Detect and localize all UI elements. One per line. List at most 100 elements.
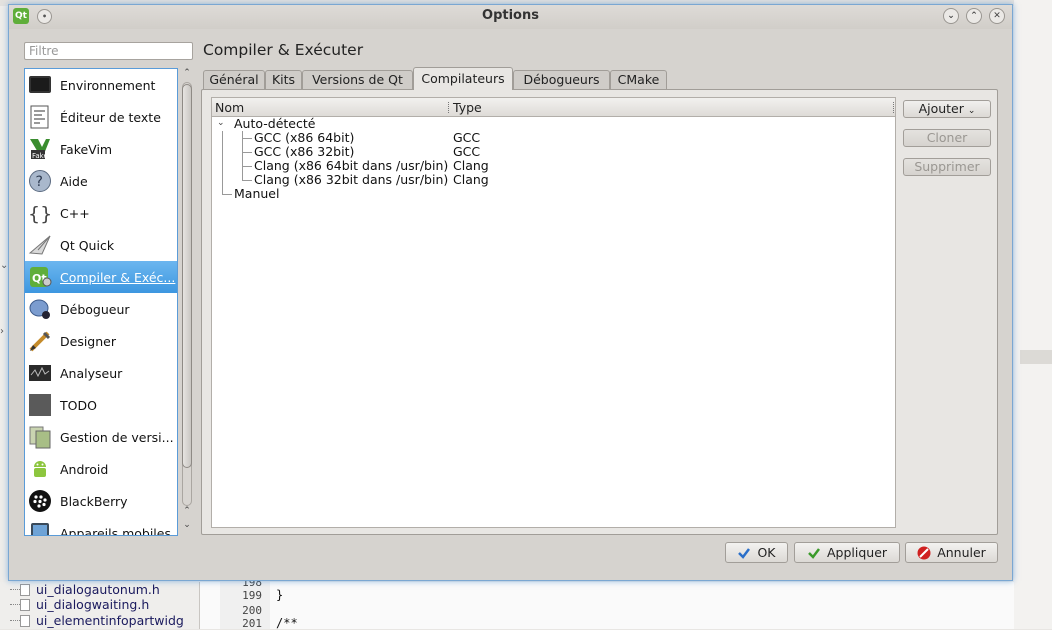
tab-debuggers[interactable]: Débogueurs: [513, 70, 610, 89]
code-line: }: [276, 588, 284, 602]
tab-compilers[interactable]: Compilateurs: [413, 67, 513, 90]
tree-group-manual[interactable]: Manuel: [234, 187, 279, 201]
tree-branch-line: [242, 180, 252, 181]
scroll-up-icon[interactable]: ⌃: [180, 506, 194, 520]
page-title: Compiler & Exécuter: [203, 41, 364, 59]
compiler-name[interactable]: GCC (x86 32bit): [254, 145, 354, 159]
version-control-icon: [28, 425, 52, 449]
help-icon: ?: [28, 169, 52, 193]
background-project-tree: ui_dialogautonum.h ui_dialogwaiting.h ui…: [0, 582, 200, 629]
tab-kits[interactable]: Kits: [265, 70, 302, 89]
remove-button[interactable]: Supprimer: [903, 158, 991, 176]
blackberry-icon: [28, 489, 52, 513]
compiler-name[interactable]: Clang (x86 32bit dans /usr/bin): [254, 173, 448, 187]
code-line: /**: [276, 616, 298, 630]
category-item-qt-quick[interactable]: Qt Quick: [25, 229, 177, 261]
tree-branch-line: [222, 131, 223, 194]
project-file-item[interactable]: ui_elementinfopartwidg: [10, 613, 184, 629]
compiler-type: Clang: [453, 172, 489, 187]
expand-chevron-icon[interactable]: ⌄: [217, 118, 225, 128]
tab-general[interactable]: Général: [203, 70, 265, 89]
category-item-help[interactable]: ? Aide: [25, 165, 177, 197]
compiler-name[interactable]: GCC (x86 64bit): [254, 131, 354, 145]
maximize-icon[interactable]: ⌃: [966, 8, 982, 24]
category-item-todo[interactable]: TODO: [25, 389, 177, 421]
category-item-android[interactable]: Android: [25, 453, 177, 485]
scroll-down-icon[interactable]: ⌄: [180, 520, 194, 534]
cancel-button[interactable]: Annuler: [905, 542, 998, 563]
tree-branch-line: [242, 152, 252, 153]
category-item-analyzer[interactable]: Analyseur: [25, 357, 177, 389]
monitor-icon: [28, 73, 52, 97]
project-file-item[interactable]: ui_dialogautonum.h: [10, 582, 160, 598]
android-icon: [28, 457, 52, 481]
qt-creator-app-icon: Qt: [13, 8, 29, 24]
tab-cmake[interactable]: CMake: [610, 70, 667, 89]
project-file-item[interactable]: ui_dialogwaiting.h: [10, 597, 149, 613]
designer-icon: [28, 329, 52, 353]
category-item-build-run[interactable]: Qt Compiler & Exéc...: [25, 261, 177, 293]
scrollbar-thumb[interactable]: [182, 84, 192, 468]
background-right-panel: [1014, 0, 1052, 629]
line-number: 200: [242, 604, 262, 617]
compiler-type: GCC: [453, 144, 481, 159]
svg-text:Fake: Fake: [32, 152, 48, 160]
qt-quick-icon: [28, 233, 52, 257]
mobile-devices-icon: [28, 521, 52, 535]
tree-branch-line: [242, 166, 252, 167]
category-list[interactable]: Environnement Éditeur de texte Fake Fake…: [24, 68, 178, 536]
ok-button[interactable]: OK: [725, 542, 788, 563]
add-compiler-button[interactable]: Ajouter ⌄: [903, 100, 991, 118]
close-icon[interactable]: ✕: [989, 8, 1005, 24]
compiler-name[interactable]: Clang (x86 64bit dans /usr/bin): [254, 159, 448, 173]
compilers-tab-pane: Nom Type ⌄ Auto-détecté GCC (x86 64bit) …: [201, 89, 998, 535]
category-scrollbar[interactable]: ⌃ ⌃ ⌄: [180, 68, 194, 536]
header-file-icon: [20, 584, 30, 596]
svg-text:{}: {}: [28, 203, 52, 225]
category-item-designer[interactable]: Designer: [25, 325, 177, 357]
debugger-icon: [28, 297, 52, 321]
cancel-icon: [917, 546, 931, 560]
filter-input[interactable]: [24, 42, 193, 60]
category-item-debugger[interactable]: Débogueur: [25, 293, 177, 325]
checkmark-icon: [807, 546, 821, 560]
tree-header: Nom Type: [212, 98, 895, 117]
window-title: Options: [482, 8, 539, 23]
analyzer-icon: [28, 361, 52, 385]
scroll-up-icon[interactable]: ⌃: [180, 68, 194, 82]
category-item-text-editor[interactable]: Éditeur de texte: [25, 101, 177, 133]
dropdown-chevron-icon: ⌄: [967, 106, 976, 116]
category-item-mobile-devices[interactable]: Appareils mobiles: [25, 517, 177, 535]
header-file-icon: [20, 599, 30, 611]
column-separator[interactable]: [448, 102, 450, 113]
todo-icon: [28, 393, 52, 417]
apply-button[interactable]: Appliquer: [794, 542, 900, 563]
window-menu-button[interactable]: •: [37, 9, 52, 24]
tree-branch-line: [222, 194, 232, 195]
title-bar[interactable]: Qt • Options ⌄ ⌃ ✕: [9, 5, 1012, 29]
tree-group-auto-detected[interactable]: Auto-détecté: [234, 117, 315, 131]
line-number: 201: [242, 617, 262, 630]
cpp-braces-icon: {}: [28, 201, 52, 225]
line-number-gutter: 198 199 200 201: [220, 576, 270, 630]
tab-qt-versions[interactable]: Versions de Qt: [302, 70, 413, 89]
column-separator[interactable]: [893, 102, 895, 113]
build-run-icon: Qt: [28, 265, 52, 289]
tree-branch-line: [242, 138, 252, 139]
category-item-blackberry[interactable]: BlackBerry: [25, 485, 177, 517]
compiler-type: Clang: [453, 158, 489, 173]
category-item-version-control[interactable]: Gestion de versi...: [25, 421, 177, 453]
column-header-name[interactable]: Nom: [215, 100, 244, 115]
fakevim-icon: Fake: [28, 137, 52, 161]
text-editor-icon: [28, 105, 52, 129]
category-item-cpp[interactable]: {} C++: [25, 197, 177, 229]
compiler-type: GCC: [453, 130, 481, 145]
options-dialog: Qt • Options ⌄ ⌃ ✕ Compiler & Exécuter E…: [8, 4, 1013, 581]
svg-text:?: ?: [36, 174, 43, 190]
clone-button[interactable]: Cloner: [903, 129, 991, 147]
category-item-environment[interactable]: Environnement: [25, 69, 177, 101]
column-header-type[interactable]: Type: [453, 100, 482, 115]
compiler-tree[interactable]: Nom Type ⌄ Auto-détecté GCC (x86 64bit) …: [211, 97, 896, 528]
category-item-fakevim[interactable]: Fake FakeVim: [25, 133, 177, 165]
minimize-icon[interactable]: ⌄: [943, 8, 959, 24]
